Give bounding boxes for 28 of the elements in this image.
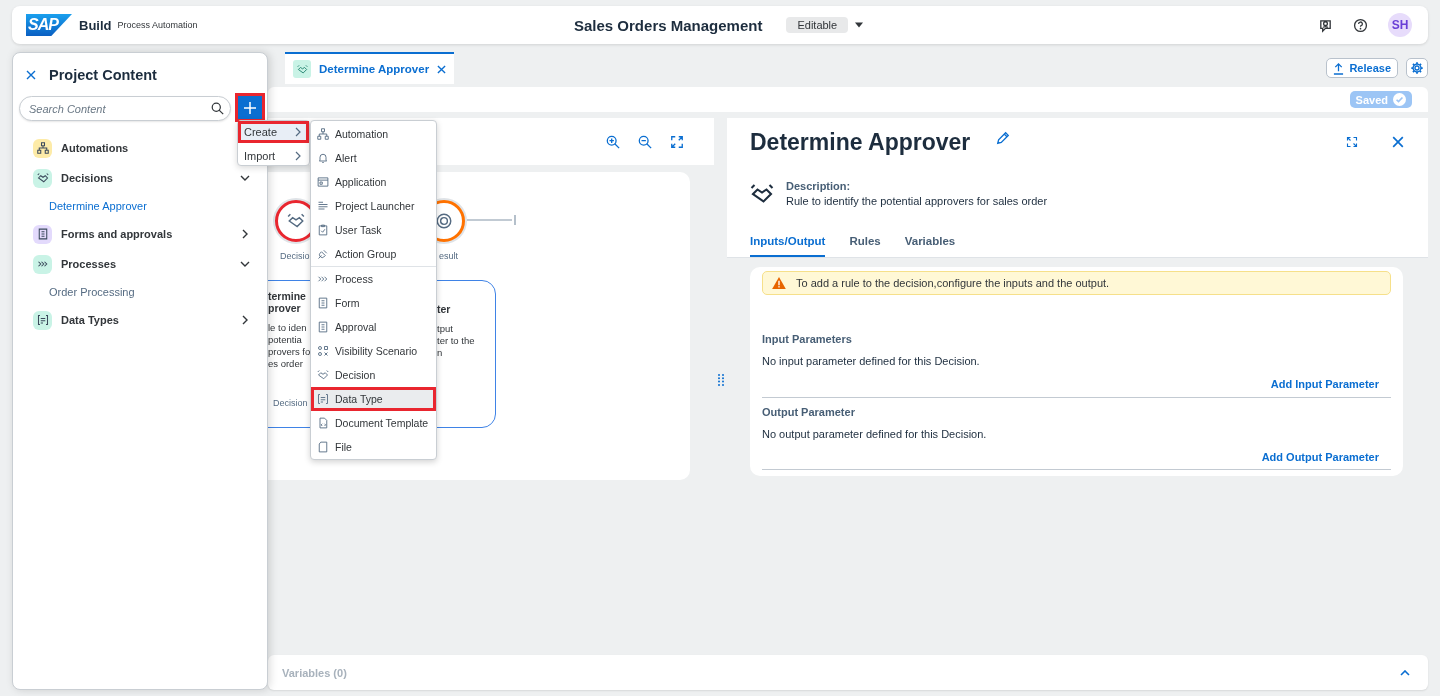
project-title: Sales Orders Management (574, 16, 763, 34)
node-title: ter (437, 303, 452, 315)
node-title: termine (268, 290, 307, 302)
node-description: n (437, 347, 444, 359)
mode-badge: Editable (786, 17, 849, 33)
description-label: Description: (786, 180, 852, 192)
product-name: Build (79, 17, 112, 33)
decision-title: Determine Approver (750, 128, 971, 156)
node-description: provers fo (268, 346, 311, 358)
node-type: Decision (273, 398, 309, 408)
node-description: potentia (268, 334, 303, 346)
node-label: esult (439, 251, 458, 261)
tab-label: Determine Approver (319, 63, 430, 75)
node-description: ter to the (437, 335, 475, 347)
description-text: Rule to identify the potential approvers for sales order (786, 195, 1048, 207)
node-description: tput (437, 323, 454, 335)
empty-message: No input parameter defined for this Decision. (762, 355, 981, 367)
empty-message: No output parameter defined for this Decision. (762, 428, 988, 440)
node-label: Decisio (280, 251, 310, 261)
node-description: le to iden (268, 322, 308, 334)
section-heading: Input Parameters (762, 333, 853, 345)
warning-text: To add a rule to the decision,configure the inputs and the output. (796, 277, 1110, 289)
panel-title: Project Content (49, 67, 157, 83)
saved-badge: Saved (1349, 91, 1412, 108)
node-description: es order (268, 358, 304, 370)
section-heading: Output Parameter (762, 406, 856, 418)
node-title: prover (268, 302, 302, 314)
product-subtitle: Process Automation (117, 20, 198, 30)
